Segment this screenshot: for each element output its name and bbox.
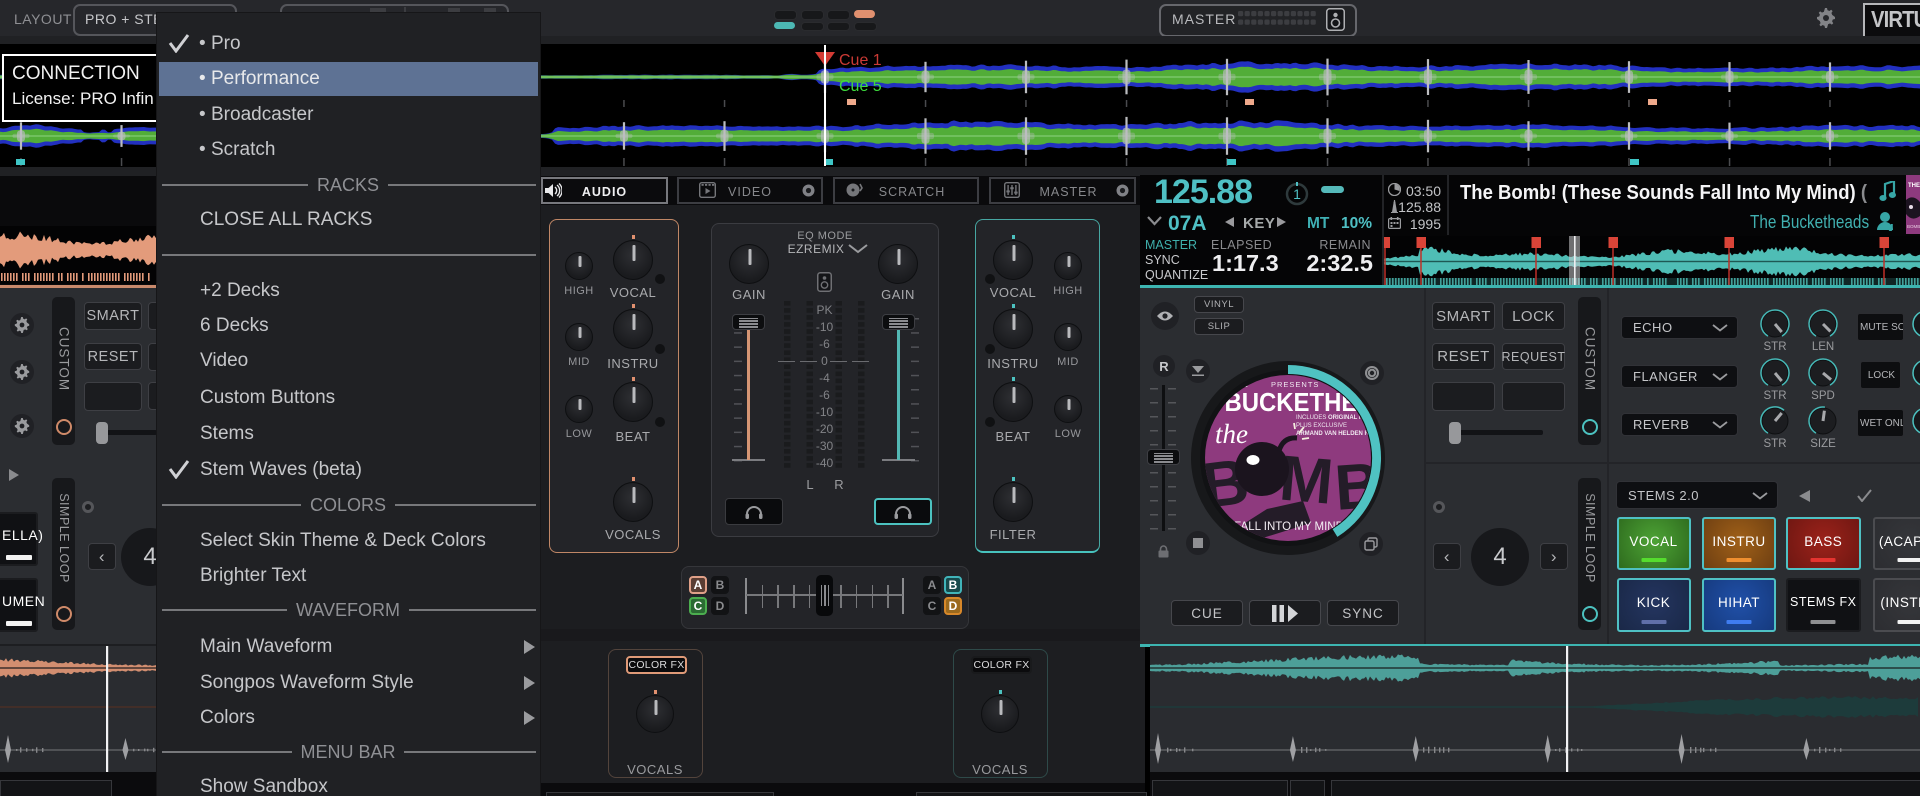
- svg-text:BOMB: BOMB: [1907, 224, 1920, 229]
- svg-text:THE: THE: [1908, 183, 1920, 189]
- svg-text:1: 1: [1293, 186, 1301, 202]
- svg-text:INCLUDES ORIGINAL MIX: INCLUDES ORIGINAL MIX: [1296, 415, 1370, 421]
